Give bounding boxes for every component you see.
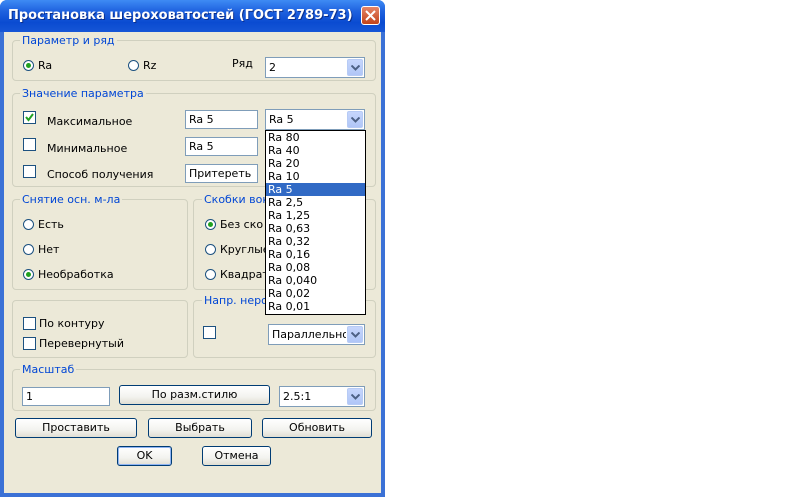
max-value-field[interactable]: Ra 5 <box>185 110 258 129</box>
row-select-value: 2 <box>269 61 276 74</box>
scale-group-title: Масштаб <box>20 363 77 376</box>
dropdown-option[interactable]: Ra 40 <box>266 144 365 157</box>
radio-neobrabotka[interactable] <box>23 269 34 280</box>
radio-round-brackets[interactable] <box>205 244 216 255</box>
max-label: Максимальное <box>47 115 133 128</box>
radio-net-label: Нет <box>38 243 60 256</box>
dropdown-option[interactable]: Ra 0,63 <box>266 222 365 235</box>
method-field[interactable]: Притереть <box>185 164 258 183</box>
by-contour-label: По контуру <box>39 317 105 330</box>
value-select[interactable]: Ra 5 <box>265 109 365 130</box>
radio-square-brackets-label: Квадрат <box>220 268 269 281</box>
radio-selected-dot <box>208 222 213 227</box>
ratio-select-value: 2.5:1 <box>283 390 312 403</box>
dropdown-option[interactable]: Ra 5 <box>266 183 365 196</box>
radio-selected-dot <box>26 272 31 277</box>
radio-selected-dot <box>26 63 31 68</box>
chevron-down-icon[interactable] <box>347 59 363 76</box>
dropdown-option[interactable]: Ra 0,32 <box>266 235 365 248</box>
row-label: Ряд <box>232 57 253 70</box>
radio-est-label: Есть <box>38 218 64 231</box>
method-checkbox[interactable] <box>23 165 36 178</box>
inverted-checkbox[interactable] <box>23 337 36 350</box>
radio-rz[interactable] <box>128 60 139 71</box>
close-button[interactable] <box>361 6 380 25</box>
param-group-title: Параметр и ряд <box>20 34 117 47</box>
select-button[interactable]: Выбрать <box>148 418 252 438</box>
row-select[interactable]: 2 <box>265 57 365 78</box>
scale-field[interactable]: 1 <box>22 387 110 406</box>
method-label: Способ получения <box>47 168 154 181</box>
min-checkbox[interactable] <box>23 138 36 151</box>
cancel-button[interactable]: Отмена <box>202 446 271 466</box>
direction-checkbox[interactable] <box>203 326 216 339</box>
by-style-button[interactable]: По разм.стилю <box>119 385 270 405</box>
inverted-label: Перевернутый <box>39 337 124 350</box>
radio-no-brackets-label: Без ско <box>220 218 264 231</box>
radio-est[interactable] <box>23 219 34 230</box>
ratio-select[interactable]: 2.5:1 <box>279 386 365 407</box>
radio-square-brackets[interactable] <box>205 269 216 280</box>
direction-select[interactable]: Параллельное <box>268 324 365 345</box>
value-select-value: Ra 5 <box>269 113 294 126</box>
chevron-down-icon[interactable] <box>347 111 363 128</box>
radio-round-brackets-label: Круглые <box>220 243 270 256</box>
max-checkbox[interactable] <box>23 111 36 124</box>
title-bar[interactable]: Простановка шероховатостей (ГОСТ 2789-73… <box>0 0 385 32</box>
dropdown-option[interactable]: Ra 80 <box>266 131 365 144</box>
dropdown-option[interactable]: Ra 10 <box>266 170 365 183</box>
radio-ra-label: Ra <box>38 59 53 72</box>
value-group-title: Значение параметра <box>20 87 146 100</box>
value-dropdown-list[interactable]: Ra 80 Ra 40 Ra 20 Ra 10 Ra 5 Ra 2,5 Ra 1,25 Ra … <box>265 130 366 315</box>
radio-net[interactable] <box>23 244 34 255</box>
checkmark-icon <box>25 113 34 122</box>
min-label: Минимальное <box>47 142 128 155</box>
place-button[interactable]: Проставить <box>15 418 137 438</box>
chevron-down-icon[interactable] <box>347 326 363 343</box>
dropdown-option[interactable]: Ra 0,01 <box>266 300 365 313</box>
dropdown-option[interactable]: Ra 0,040 <box>266 274 365 287</box>
radio-neobrabotka-label: Необработка <box>38 268 114 281</box>
radio-rz-label: Rz <box>143 59 157 72</box>
close-icon <box>365 10 376 21</box>
ok-button[interactable]: OK <box>117 446 172 466</box>
chevron-down-icon[interactable] <box>347 388 363 405</box>
update-button[interactable]: Обновить <box>262 418 372 438</box>
dropdown-option[interactable]: Ra 0,02 <box>266 287 365 300</box>
by-contour-checkbox[interactable] <box>23 317 36 330</box>
min-value-field[interactable]: Ra 5 <box>185 137 258 156</box>
window-title: Простановка шероховатостей (ГОСТ 2789-73… <box>8 8 353 23</box>
removal-group-title: Снятие осн. м-ла <box>20 193 123 206</box>
direction-select-value: Параллельное <box>272 328 346 341</box>
dropdown-option[interactable]: Ra 0,16 <box>266 248 365 261</box>
dropdown-option[interactable]: Ra 2,5 <box>266 196 365 209</box>
dropdown-option[interactable]: Ra 20 <box>266 157 365 170</box>
brackets-group-title: Скобки вок <box>202 193 271 206</box>
dropdown-option[interactable]: Ra 0,08 <box>266 261 365 274</box>
dropdown-option[interactable]: Ra 1,25 <box>266 209 365 222</box>
radio-no-brackets[interactable] <box>205 219 216 230</box>
radio-ra[interactable] <box>23 60 34 71</box>
